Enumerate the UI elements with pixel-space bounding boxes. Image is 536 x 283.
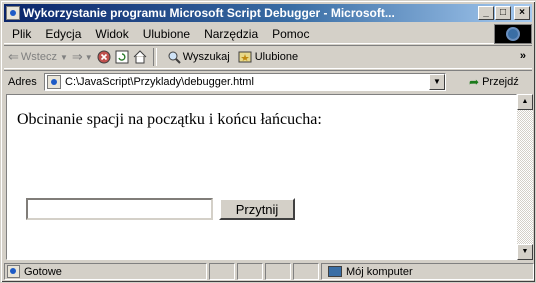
favorites-label: Ulubione: [254, 51, 299, 63]
trim-button[interactable]: Przytnij: [219, 198, 295, 220]
computer-icon: [328, 266, 342, 277]
menu-ulubione[interactable]: Ulubione: [136, 27, 197, 41]
page-content: Obcinanie spacji na początku i końcu łań…: [6, 94, 517, 260]
zone-label: Mój komputer: [346, 265, 413, 278]
search-label: Wyszukaj: [182, 51, 230, 63]
favorites-icon: [238, 51, 252, 63]
menu-bar: Plik Edycja Widok Ulubione Narzędzia Pom…: [4, 24, 532, 44]
favorites-button[interactable]: Ulubione: [238, 50, 298, 64]
menu-pomoc[interactable]: Pomoc: [265, 27, 316, 41]
vertical-scrollbar[interactable]: ▲ ▼: [517, 94, 533, 260]
status-cell: [209, 263, 235, 280]
go-arrow-icon: ➦: [469, 75, 480, 89]
toolbar-separator: [152, 48, 157, 66]
back-arrow-icon: ⇐: [8, 49, 19, 64]
minimize-button[interactable]: _: [478, 6, 494, 20]
status-main-pane: Gotowe: [4, 263, 207, 280]
address-field[interactable]: C:\JavaScript\Przyklady\debugger.html ▼: [44, 73, 446, 91]
page-heading-text: Obcinanie spacji na początku i końcu łań…: [17, 111, 322, 128]
toolbar-more-chevron-icon[interactable]: »: [520, 50, 526, 62]
stop-icon: [97, 50, 111, 64]
browser-window: Wykorzystanie programu Microsoft Script …: [0, 0, 536, 283]
status-bar: Gotowe Mój komputer: [4, 262, 534, 281]
search-icon: [168, 51, 181, 64]
stop-button[interactable]: [97, 50, 111, 64]
refresh-button[interactable]: [115, 50, 129, 64]
address-dropdown-icon[interactable]: ▼: [429, 74, 445, 90]
search-button[interactable]: Wyszukaj: [167, 50, 230, 64]
page-icon: [47, 75, 61, 89]
refresh-icon: [115, 50, 129, 64]
status-cell: [237, 263, 263, 280]
address-label: Adres: [8, 75, 37, 88]
window-title: Wykorzystanie programu Microsoft Script …: [23, 6, 395, 20]
scroll-down-icon[interactable]: ▼: [517, 244, 533, 260]
close-button[interactable]: ×: [514, 6, 530, 20]
status-page-icon: [7, 265, 20, 278]
go-label: Przejdź: [482, 76, 519, 88]
standard-toolbar: ⇐ Wstecz ▼ ⇒ ▼ Wyszukaj Ulubione »: [4, 45, 532, 69]
security-zone-pane: Mój komputer: [321, 263, 534, 280]
menu-edycja[interactable]: Edycja: [38, 27, 88, 41]
forward-arrow-icon: ⇒: [71, 49, 83, 64]
ie-page-icon: [6, 6, 20, 20]
address-bar: Adres C:\JavaScript\Przyklady\debugger.h…: [4, 70, 532, 92]
title-bar[interactable]: Wykorzystanie programu Microsoft Script …: [4, 4, 532, 22]
scroll-up-icon[interactable]: ▲: [517, 94, 533, 110]
status-cell: [265, 263, 291, 280]
status-text: Gotowe: [24, 265, 62, 278]
menu-widok[interactable]: Widok: [88, 27, 135, 41]
window-controls: _ □ ×: [477, 6, 530, 20]
maximize-button[interactable]: □: [495, 6, 511, 20]
forward-button[interactable]: ⇒ ▼: [72, 49, 93, 65]
menu-narzedzia[interactable]: Narzędzia: [197, 27, 265, 41]
windows-logo-throbber: [494, 24, 532, 44]
menu-plik[interactable]: Plik: [4, 27, 38, 41]
home-button[interactable]: [133, 50, 147, 64]
back-dropdown-icon: ▼: [59, 52, 68, 62]
go-button[interactable]: ➦ Przejdź: [469, 75, 519, 89]
address-url[interactable]: C:\JavaScript\Przyklady\debugger.html: [65, 76, 254, 88]
forward-dropdown-icon: ▼: [84, 52, 93, 62]
back-label: Wstecz: [20, 51, 57, 63]
text-input[interactable]: [26, 198, 213, 220]
status-cell: [293, 263, 319, 280]
back-button[interactable]: ⇐ Wstecz ▼: [8, 49, 68, 65]
home-icon: [133, 50, 147, 64]
